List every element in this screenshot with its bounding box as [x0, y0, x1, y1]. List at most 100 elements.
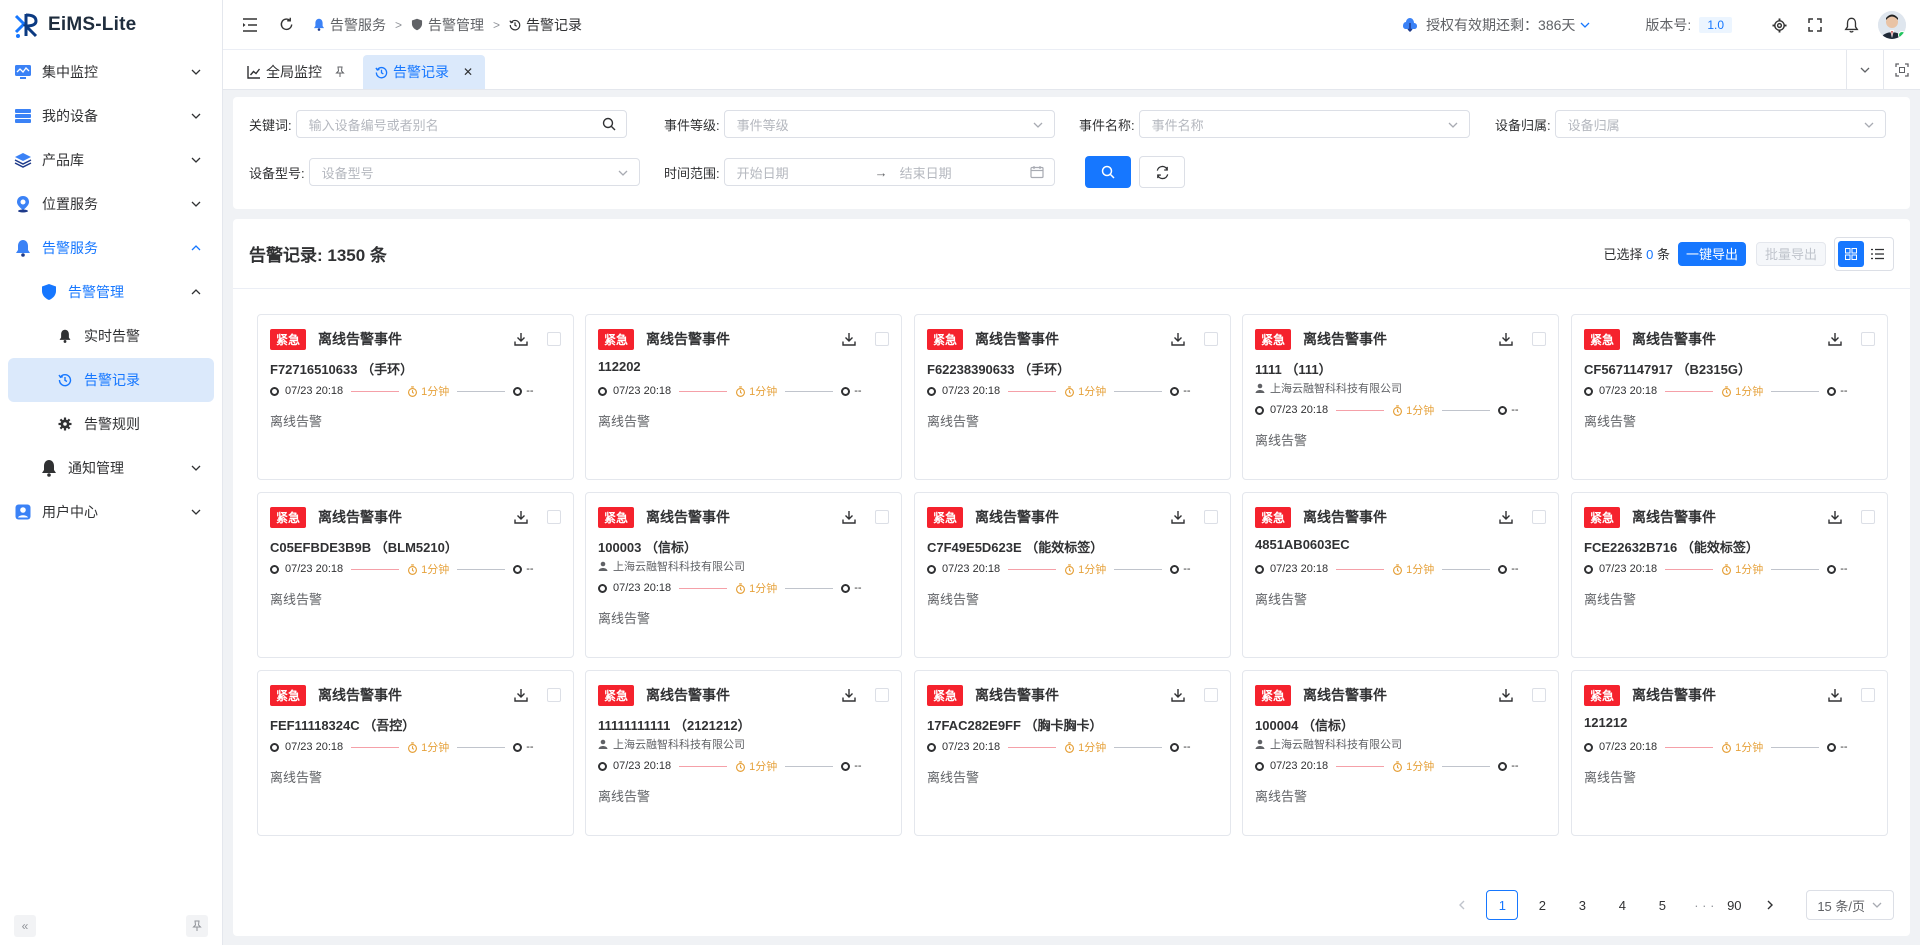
page-number[interactable]: 90 [1722, 890, 1746, 920]
notification-bell-icon[interactable] [1842, 16, 1860, 34]
page-number[interactable]: 2 [1526, 890, 1558, 920]
download-icon[interactable] [1498, 331, 1514, 347]
card-checkbox[interactable] [1861, 332, 1875, 346]
card-checkbox[interactable] [547, 332, 561, 346]
export-all-button[interactable]: 一键导出 [1677, 241, 1746, 266]
alarm-card[interactable]: 紧急 离线告警事件 FEF11118324C （吾控） 07/23 20:18 1分钟 -… [257, 670, 574, 836]
download-icon[interactable] [513, 509, 529, 525]
sidebar-item-realtime-alarm[interactable]: 实时告警 [0, 314, 222, 358]
grid-view-icon[interactable] [1838, 240, 1864, 267]
search-button[interactable] [1085, 156, 1131, 188]
download-icon[interactable] [841, 331, 857, 347]
settings-icon[interactable] [1770, 16, 1788, 34]
download-icon[interactable] [1170, 331, 1186, 347]
download-icon[interactable] [1498, 509, 1514, 525]
sidebar-item-devices[interactable]: 我的设备 [0, 94, 222, 138]
alarm-card[interactable]: 紧急 离线告警事件 FCE22632B716 （能效标签） 07/23 20:18 1分… [1571, 492, 1888, 658]
license-info[interactable]: 授权有效期还剩：386天 [1402, 15, 1599, 35]
alarm-card[interactable]: 紧急 离线告警事件 100003 （信标） 上海云融智科科技有限公司 07/23 20:… [585, 492, 902, 658]
card-checkbox[interactable] [1861, 688, 1875, 702]
download-icon[interactable] [1827, 687, 1843, 703]
download-icon[interactable] [1827, 331, 1843, 347]
alarm-card[interactable]: 紧急 离线告警事件 4851AB0603EC 07/23 20:18 1分钟 -- 离线告警 [1242, 492, 1559, 658]
download-icon[interactable] [841, 509, 857, 525]
card-checkbox[interactable] [875, 332, 889, 346]
alarm-card[interactable]: 紧急 离线告警事件 C7F49E5D623E （能效标签） 07/23 20:18 1分… [914, 492, 1231, 658]
tab-global-monitor[interactable]: 全局监控 [235, 55, 363, 89]
page-number[interactable]: 1 [1486, 890, 1519, 920]
alarm-card[interactable]: 紧急 离线告警事件 1111 （111） 上海云融智科科技有限公司 07/23 20:1… [1242, 314, 1559, 480]
sidebar-item-location[interactable]: 位置服务 [0, 182, 222, 226]
download-icon[interactable] [1498, 687, 1514, 703]
event-name-select[interactable]: 事件名称 [1138, 110, 1470, 138]
page-ellipsis[interactable]: · · · [1686, 890, 1722, 920]
alarm-card[interactable]: 紧急 离线告警事件 112202 07/23 20:18 1分钟 -- 离线告警 [585, 314, 902, 480]
alarm-card[interactable]: 紧急 离线告警事件 F62238390633 （手环） 07/23 20:18 1分钟 -… [914, 314, 1231, 480]
download-icon[interactable] [1170, 509, 1186, 525]
page-number[interactable]: 5 [1646, 890, 1678, 920]
card-checkbox[interactable] [875, 688, 889, 702]
pin-icon[interactable] [186, 915, 208, 937]
batch-export-button[interactable]: 批量导出 [1755, 241, 1826, 266]
card-checkbox[interactable] [1204, 688, 1218, 702]
owner-select[interactable]: 设备归属 [1554, 110, 1886, 138]
download-icon[interactable] [513, 331, 529, 347]
prev-page-icon[interactable] [1446, 890, 1478, 920]
card-checkbox[interactable] [547, 688, 561, 702]
alarm-card[interactable]: 紧急 离线告警事件 121212 07/23 20:18 1分钟 -- 离线告警 [1571, 670, 1888, 836]
menu-toggle-icon[interactable] [241, 16, 259, 34]
sidebar-item-alarm-rules[interactable]: 告警规则 [0, 402, 222, 446]
alarm-card[interactable]: 紧急 离线告警事件 11111111111 （2121212） 上海云融智科科技有限公… [585, 670, 902, 836]
tabs-dropdown-icon[interactable] [1846, 50, 1883, 90]
alarm-card[interactable]: 紧急 离线告警事件 100004 （信标） 上海云融智科科技有限公司 07/23 20:… [1242, 670, 1559, 836]
card-checkbox[interactable] [875, 510, 889, 524]
collapse-sidebar-icon[interactable]: « [14, 915, 36, 937]
search-icon[interactable] [602, 117, 616, 131]
pin-icon[interactable] [334, 66, 346, 78]
download-icon[interactable] [1170, 687, 1186, 703]
start-date-placeholder[interactable]: 开始日期 [737, 163, 875, 182]
download-icon[interactable] [1827, 509, 1843, 525]
avatar[interactable] [1878, 11, 1906, 39]
model-select[interactable]: 设备型号 [308, 158, 640, 186]
sidebar-item-notify-manage[interactable]: 通知管理 [0, 446, 222, 490]
sidebar-item-alarm-manage[interactable]: 告警管理 [0, 270, 222, 314]
sidebar-item-monitor[interactable]: 集中监控 [0, 50, 222, 94]
card-checkbox[interactable] [1532, 332, 1546, 346]
card-checkbox[interactable] [1532, 688, 1546, 702]
download-icon[interactable] [513, 687, 529, 703]
alarm-card[interactable]: 紧急 离线告警事件 CF5671147917 （B2315G） 07/23 20:18… [1571, 314, 1888, 480]
list-view-icon[interactable] [1864, 241, 1890, 267]
page-number[interactable]: 3 [1566, 890, 1598, 920]
card-checkbox[interactable] [1204, 332, 1218, 346]
card-checkbox[interactable] [547, 510, 561, 524]
breadcrumb-item[interactable]: 告警服务 [313, 15, 386, 35]
sidebar-item-user-center[interactable]: 用户中心 [0, 490, 222, 534]
alarm-card[interactable]: 紧急 离线告警事件 17FAC282E9FF （胸卡胸卡） 07/23 20:18 1分… [914, 670, 1231, 836]
card-checkbox[interactable] [1204, 510, 1218, 524]
download-icon[interactable] [841, 687, 857, 703]
alarm-card[interactable]: 紧急 离线告警事件 F72716510633 （手环） 07/23 20:18 1分钟 -… [257, 314, 574, 480]
breadcrumb-item[interactable]: 告警管理 [411, 15, 484, 35]
result-header: 告警记录: 1350 条 已选择 0 条 一键导出 批量导出 [233, 219, 1910, 289]
reset-button[interactable] [1139, 156, 1185, 188]
close-icon[interactable]: ✕ [463, 65, 473, 79]
page-number[interactable]: 4 [1606, 890, 1638, 920]
fullscreen-icon[interactable] [1806, 16, 1824, 34]
refresh-icon[interactable] [277, 16, 295, 34]
card-checkbox[interactable] [1532, 510, 1546, 524]
sidebar-item-alarm-records[interactable]: 告警记录 [8, 358, 214, 402]
level-select[interactable]: 事件等级 [723, 110, 1055, 138]
content-fullscreen-icon[interactable] [1883, 50, 1920, 90]
logo[interactable]: EiMS-Lite [0, 0, 222, 50]
keyword-input[interactable]: 输入设备编号或者别名 [295, 110, 627, 138]
tab-alarm-records[interactable]: 告警记录 ✕ [363, 55, 486, 89]
sidebar-item-alarm-service[interactable]: 告警服务 [0, 226, 222, 270]
date-range-picker[interactable]: 开始日期 → 结束日期 [723, 158, 1055, 186]
next-page-icon[interactable] [1754, 890, 1786, 920]
card-checkbox[interactable] [1861, 510, 1875, 524]
sidebar-item-products[interactable]: 产品库 [0, 138, 222, 182]
alarm-card[interactable]: 紧急 离线告警事件 C05EFBDE3B9B （BLM5210） 07/23 20:1… [257, 492, 574, 658]
page-size-select[interactable]: 15 条/页 [1806, 890, 1894, 920]
end-date-placeholder[interactable]: 结束日期 [900, 163, 952, 182]
